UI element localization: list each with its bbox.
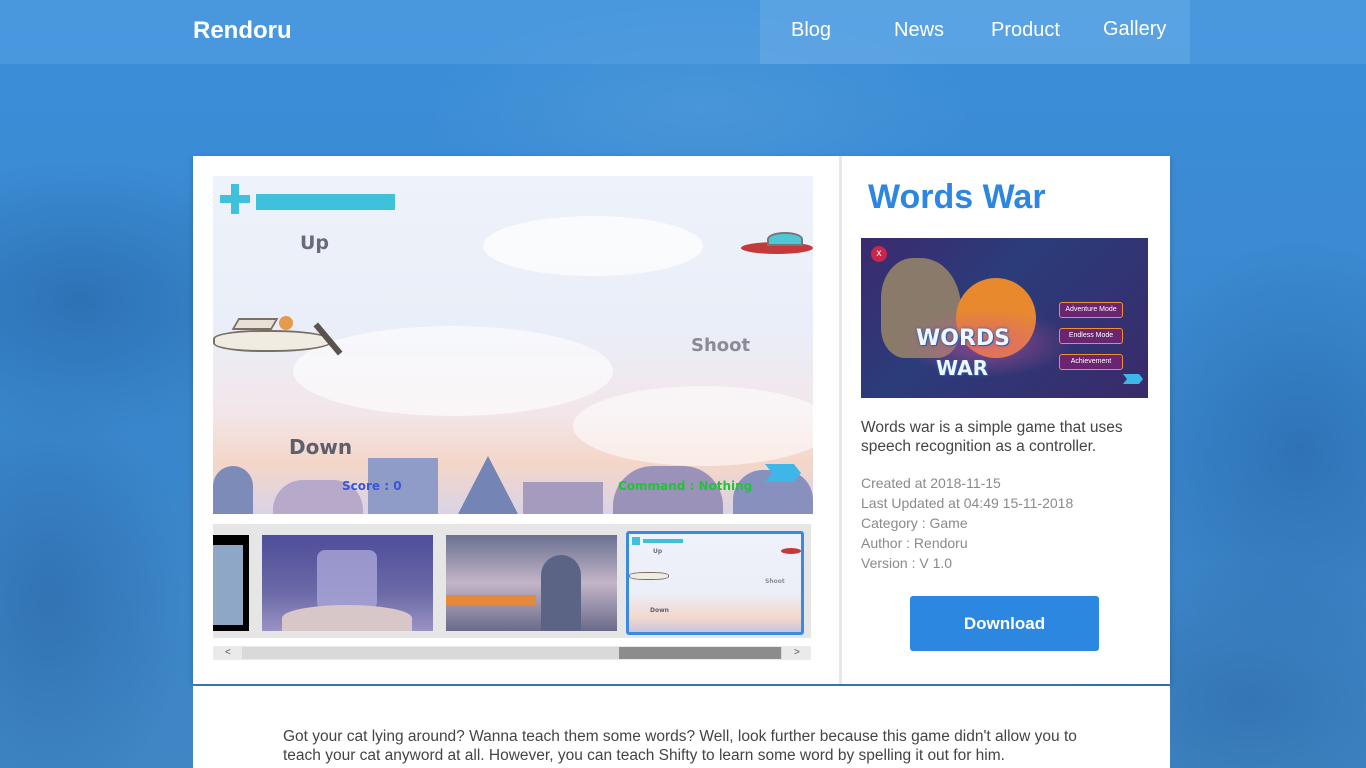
thumbnail-2[interactable] [262, 535, 433, 631]
nav-blog[interactable]: Blog [791, 19, 831, 42]
nav-product[interactable]: Product [991, 19, 1060, 42]
cover-menu-item: Adventure Mode [1059, 302, 1123, 318]
nav-news[interactable]: News [894, 19, 944, 42]
shoot-label: Shoot [691, 335, 751, 356]
scroll-right-arrow[interactable]: > [794, 646, 800, 660]
health-bar [256, 194, 395, 210]
cloud [483, 216, 703, 276]
player-plane-icon [213, 316, 358, 366]
up-label: Up [300, 232, 330, 254]
game-metadata: Created at 2018-11-15 Last Updated at 04… [861, 473, 1073, 573]
main-screenshot: Up Shoot Down Score : 0 Command : Nothin… [213, 176, 813, 514]
thumb-up-label: Up [653, 548, 663, 555]
author: Author : Rendoru [861, 535, 968, 551]
cover-logo-line2: WAR [936, 356, 989, 380]
cover-menu-item: Endless Mode [1059, 328, 1123, 344]
card-divider [839, 156, 842, 684]
thumbnail-3[interactable] [446, 535, 617, 631]
score-text: Score : 0 [342, 479, 402, 493]
cover-logo-line1: WORDS [916, 326, 1011, 351]
scroll-left-arrow[interactable]: < [225, 646, 231, 660]
updated-date: Last Updated at 04:49 15-11-2018 [861, 495, 1074, 511]
health-plus-icon [220, 184, 250, 214]
nav-gallery[interactable]: Gallery [1103, 18, 1166, 41]
cover-menu-item: Achievement [1059, 354, 1123, 370]
thumbnail-4-selected[interactable]: Up Shoot Down [626, 531, 804, 635]
created-date: Created at 2018-11-15 [861, 475, 1001, 491]
scroll-thumb[interactable] [619, 647, 781, 659]
top-navbar: Rendoru Blog News Product Gallery [0, 0, 1366, 64]
game-detail-card: Up Shoot Down Score : 0 Command : Nothin… [193, 156, 1170, 684]
article-text: Got your cat lying around? Wanna teach t… [283, 728, 1077, 764]
thumb-shoot-label: Shoot [765, 578, 785, 585]
thumbnail-1[interactable] [213, 535, 249, 631]
game-description: Words war is a simple game that uses spe… [861, 419, 1123, 455]
command-text: Command : Nothing [618, 479, 753, 493]
game-title: Words War [868, 178, 1046, 216]
enemy-ship-icon [741, 228, 813, 260]
game-cover-image: x WORDS WAR Adventure Mode Endless Mode … [861, 238, 1148, 398]
cloud [573, 386, 813, 466]
brand-logo[interactable]: Rendoru [193, 17, 292, 45]
download-button[interactable]: Download [910, 596, 1099, 651]
version: Version : V 1.0 [861, 555, 953, 571]
category: Category : Game [861, 515, 968, 531]
thumb-down-label: Down [650, 607, 669, 614]
close-icon: x [871, 246, 887, 262]
thumbnail-scrollbar[interactable]: < > [213, 646, 811, 660]
thumbnail-strip: Up Shoot Down [213, 524, 811, 638]
article-card: Got your cat lying around? Wanna teach t… [193, 686, 1170, 768]
rendoru-logo-icon [1123, 374, 1143, 384]
